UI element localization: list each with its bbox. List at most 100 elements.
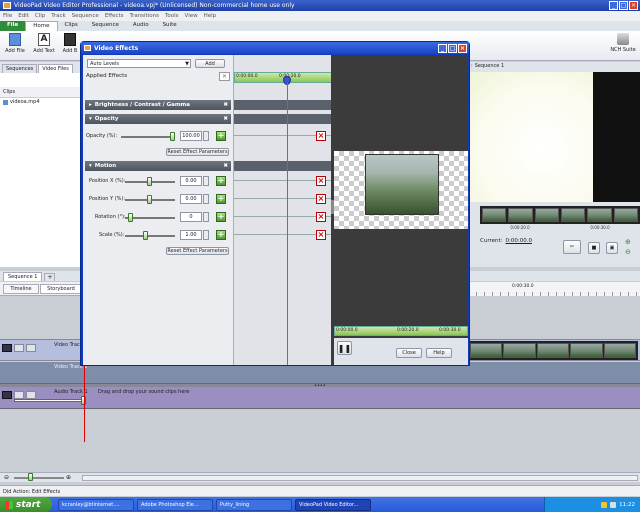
position-x-field[interactable]: 0.00 [180,176,202,186]
menu-tools[interactable]: Tools [165,13,179,19]
section-brightness[interactable]: ▸ Brightness / Contrast / Gamma ✖ [85,100,231,110]
tab-sequences[interactable]: Sequences [2,64,38,73]
menu-view[interactable]: View [185,13,198,19]
delete-keyframe-button[interactable]: × [316,194,326,204]
delete-keyframe-button[interactable]: × [316,131,326,141]
zoom-in-icon[interactable]: ⊕ [66,474,71,481]
close-button[interactable]: Close [396,348,422,358]
add-keyframe-button[interactable]: + [216,131,226,141]
pause-button[interactable]: ❚❚ [337,341,352,355]
taskbar-item[interactable]: Adobe Photoshop Ele... [137,498,213,511]
minimize-icon[interactable]: _ [609,1,618,10]
add-keyframe-button[interactable]: + [216,176,226,186]
opacity-stepper[interactable] [203,131,209,141]
video-clip-strip[interactable] [468,341,638,360]
menu-track[interactable]: Track [51,13,65,19]
opacity-field[interactable]: 100.00 [180,131,202,141]
add-keyframe-button[interactable]: + [216,212,226,222]
tab-sequence[interactable]: Sequence [85,21,126,31]
menu-effects[interactable]: Effects [105,13,124,19]
dialog-minimize-icon[interactable]: _ [438,43,447,53]
dialog-maximize-icon[interactable]: □ [448,43,457,53]
add-keyframe-button[interactable]: + [216,230,226,240]
rotation-stepper[interactable] [203,212,209,222]
position-y-field[interactable]: 0.00 [180,194,202,204]
rotation-thumb[interactable] [128,213,133,222]
tray-icon[interactable] [601,501,608,508]
opacity-slider[interactable] [121,136,173,138]
speaker-icon[interactable] [2,391,12,399]
taskbar-item[interactable]: kcranley@btinternet.... [58,498,134,511]
effect-dropdown[interactable]: Auto Levels ▼ [87,59,191,68]
menu-edit[interactable]: Edit [18,13,29,19]
nch-suite-button[interactable]: NCH Suite [608,33,638,59]
tab-storyboard[interactable]: Storyboard [40,284,82,294]
audio-volume-slider[interactable] [14,396,86,405]
menu-help[interactable]: Help [204,13,217,19]
tab-timeline[interactable]: Timeline [3,284,39,294]
menu-sequence[interactable]: Sequence [72,13,99,19]
add-keyframe-button[interactable]: + [216,194,226,204]
tab-video-files[interactable]: Video Files [38,64,73,73]
menu-file[interactable]: File [3,13,12,19]
close-icon[interactable]: × [629,1,638,10]
tab-suite[interactable]: Suite [156,21,184,31]
menu-clip[interactable]: Clip [35,13,45,19]
eye-icon[interactable] [2,344,12,352]
zoom-out-icon[interactable]: ⊖ [625,248,635,257]
remove-effect-icon[interactable]: ✖ [223,102,228,108]
remove-effect-icon[interactable]: ✖ [223,116,228,122]
remove-all-icon[interactable]: ✕ [219,72,230,81]
dialog-close-icon[interactable]: × [458,43,467,53]
effect-preview-ruler[interactable]: 0:00:00.0 0:00:20.0 0:00:30.0 [334,326,468,336]
keyframe-playhead[interactable] [287,83,288,365]
position-y-thumb[interactable] [147,195,152,204]
zoom-slider[interactable] [14,473,64,481]
tray-icon[interactable] [610,501,617,508]
taskbar-item-active[interactable]: VideoPad Video Editor... [295,498,371,511]
taskbar-item[interactable]: Putty_lining [216,498,292,511]
tab-home[interactable]: Home [25,21,58,31]
scale-slider[interactable] [125,235,175,237]
rotation-field[interactable]: 0 [180,212,202,222]
reset-parameters-button[interactable]: Reset Effect Parameters [166,148,229,156]
delete-keyframe-button[interactable]: × [316,212,326,222]
zoom-out-icon[interactable]: ⊖ [4,474,9,481]
reset-motion-button[interactable]: Reset Effect Parameters [166,247,229,255]
add-file-button[interactable]: Add File [3,33,27,59]
timeline-ruler[interactable]: 0:00:30.0 [468,282,640,296]
clip-item[interactable]: videoa.mp4 [0,98,81,106]
timeline-hscroll[interactable] [82,475,638,481]
add-effect-button[interactable]: Add [195,59,225,68]
tab-clips[interactable]: Clips [58,21,85,31]
position-x-stepper[interactable] [203,176,209,186]
scale-stepper[interactable] [203,230,209,240]
position-x-thumb[interactable] [147,177,152,186]
tab-sequence-1[interactable]: Sequence 1 [3,272,43,281]
delete-keyframe-button[interactable]: × [316,230,326,240]
section-motion[interactable]: ▾ Motion ✖ [85,161,231,171]
tab-audio[interactable]: Audio [126,21,156,31]
collapse-icon[interactable] [26,344,36,352]
tab-file[interactable]: File [0,21,26,31]
collapse-icon[interactable] [26,391,36,399]
lock-icon[interactable] [14,344,24,352]
start-button[interactable]: start [0,497,52,512]
section-opacity[interactable]: ▾ Opacity ✖ [85,114,231,124]
split-button[interactable]: ✂ [563,240,581,254]
add-sequence-button[interactable]: + [44,273,56,281]
menu-transitions[interactable]: Transitions [130,13,159,19]
scale-field[interactable]: 1.00 [180,230,202,240]
lock-icon[interactable] [14,391,24,399]
scale-thumb[interactable] [143,231,148,240]
remove-effect-icon[interactable]: ✖ [223,163,228,169]
opacity-slider-thumb[interactable] [170,132,175,141]
maximize-icon[interactable]: □ [619,1,628,10]
snapshot-button[interactable]: ■ [588,242,600,254]
help-button[interactable]: Help [426,348,452,358]
position-y-stepper[interactable] [203,194,209,204]
delete-keyframe-button[interactable]: × [316,176,326,186]
add-text-button[interactable]: A Add Text [31,33,57,59]
add-b-button[interactable]: Add B [60,33,80,59]
zoom-in-icon[interactable]: ⊕ [625,238,635,247]
